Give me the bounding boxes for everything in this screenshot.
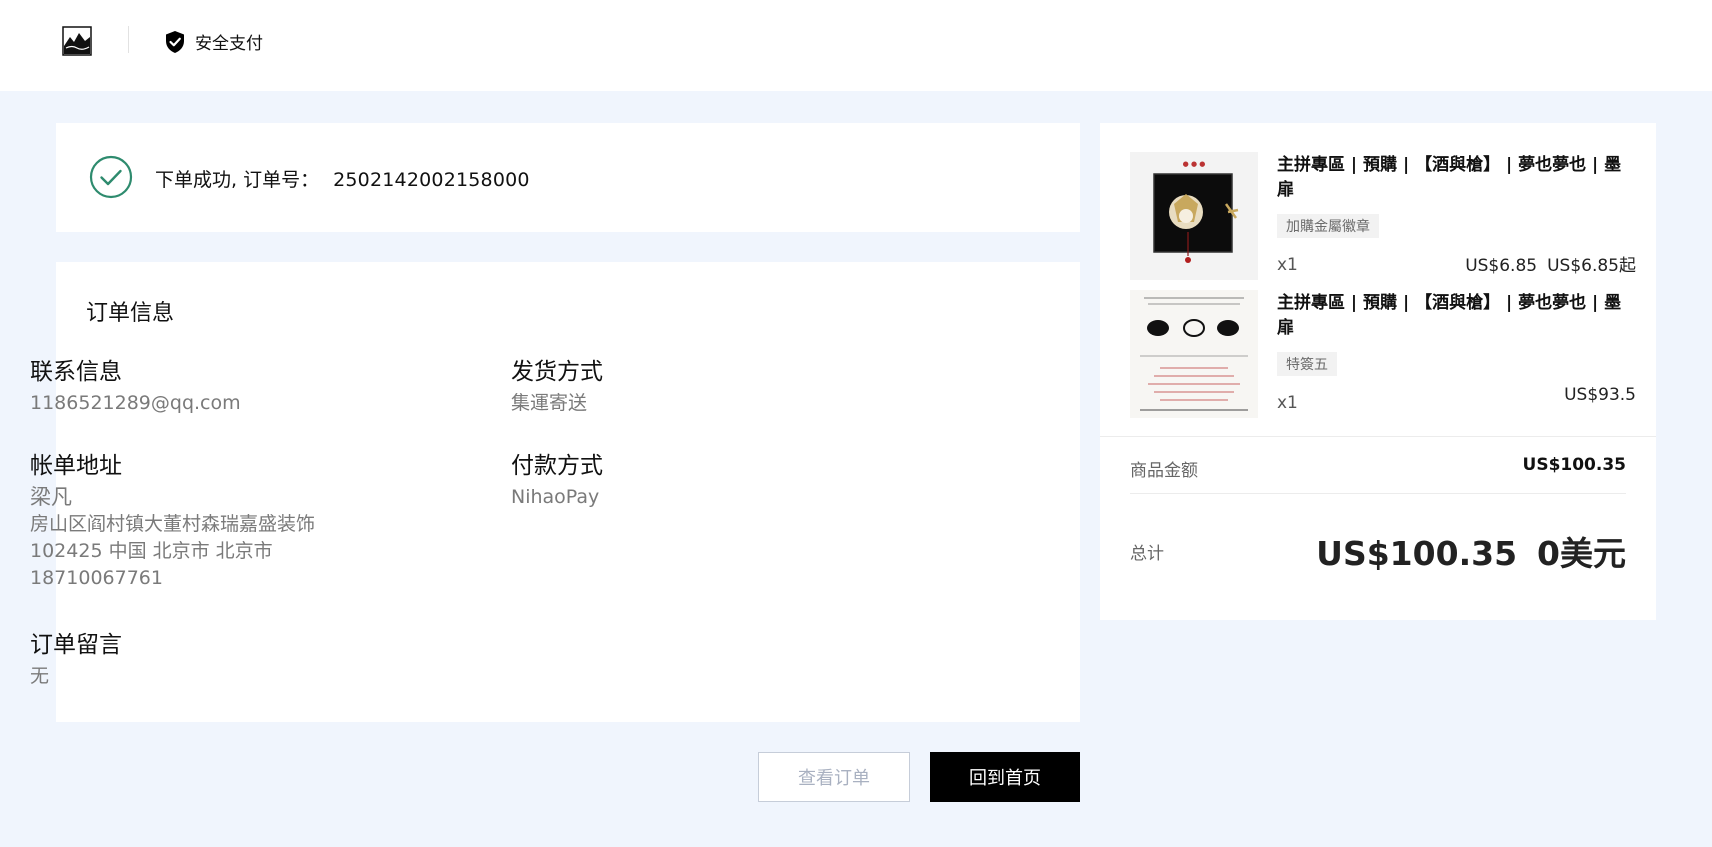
- svg-text:● ● ●: ● ● ●: [1183, 160, 1206, 168]
- back-home-button[interactable]: 回到首页: [930, 752, 1080, 802]
- shipping-value: 集運寄送: [511, 392, 588, 414]
- note-label: 订单留言: [30, 632, 122, 658]
- shipping-method: 发货方式 集運寄送: [511, 357, 603, 417]
- billing-address: 帐单地址 梁凡 房山区阎村镇大董村森瑞嘉盛装饰 102425 中国 北京市 北京…: [30, 451, 315, 592]
- mountain-logo-icon[interactable]: [62, 26, 92, 56]
- item-variant-tag: 特簽五: [1277, 352, 1337, 376]
- order-note: 订单留言 无: [30, 630, 122, 690]
- subtotal-label: 商品金额: [1130, 461, 1198, 481]
- item-title[interactable]: 主拼專區 | 預購 | 【酒與槍】 | 夢也夢也 | 墨扉: [1277, 291, 1637, 341]
- billing-phone: 18710067761: [30, 567, 163, 589]
- billing-line2: 102425 中国 北京市 北京市: [30, 540, 273, 562]
- order-info-title: 订单信息: [86, 301, 175, 326]
- billing-name: 梁凡: [30, 485, 72, 509]
- order-success-card: 下单成功, 订单号： 2502142002158000: [56, 123, 1080, 232]
- shield-check-icon: [166, 30, 184, 53]
- check-circle-icon: [89, 155, 133, 199]
- payment-method: 付款方式 NihaoPay: [511, 451, 603, 511]
- note-value: 无: [30, 665, 50, 687]
- contact-label: 联系信息: [30, 359, 122, 385]
- product-thumbnail[interactable]: ● ● ●: [1130, 152, 1258, 280]
- contact-email: 1186521289@qq.com: [30, 392, 241, 414]
- subtotal-divider: [1130, 493, 1626, 494]
- total-alt-amount: 0美元: [1537, 534, 1626, 573]
- item-price-from: US$6.85起: [1547, 256, 1636, 276]
- shipping-label: 发货方式: [511, 359, 603, 385]
- product-thumbnail[interactable]: [1130, 290, 1258, 418]
- item-title[interactable]: 主拼專區 | 預購 | 【酒與槍】 | 夢也夢也 | 墨扉: [1277, 153, 1637, 203]
- billing-line1: 房山区阎村镇大董村森瑞嘉盛装饰: [30, 513, 316, 535]
- total-amount: US$100.35: [1316, 534, 1518, 573]
- total-label: 总计: [1130, 544, 1164, 564]
- order-summary-card: ● ● ● 主拼專區 | 預購 | 【酒與槍】 | 夢也夢也 | 墨扉 加購金屬…: [1100, 123, 1656, 620]
- payment-value: NihaoPay: [511, 486, 600, 508]
- total-value: US$100.35 0美元: [1316, 527, 1626, 575]
- cart-item: 主拼專區 | 預購 | 【酒與槍】 | 夢也夢也 | 墨扉 特簽五 x1 US$…: [1130, 290, 1636, 418]
- secure-payment-badge: 安全支付: [164, 29, 263, 54]
- item-price-value: US$6.85: [1465, 256, 1538, 276]
- success-message-label: 下单成功, 订单号：: [155, 169, 320, 191]
- payment-label: 付款方式: [511, 453, 603, 479]
- top-bar: 安全支付: [0, 0, 1712, 91]
- header-divider: [128, 26, 129, 53]
- item-price: US$93.5: [1564, 385, 1636, 405]
- item-price: US$6.85 US$6.85起: [1465, 251, 1636, 276]
- item-quantity: x1: [1277, 255, 1298, 275]
- order-number: 2502142002158000: [333, 169, 530, 191]
- item-variant-tag: 加購金屬徽章: [1277, 214, 1379, 238]
- billing-label: 帐单地址: [30, 453, 122, 479]
- subtotal-value: US$100.35: [1522, 455, 1626, 475]
- summary-divider: [1100, 436, 1656, 437]
- item-quantity: x1: [1277, 393, 1298, 413]
- secure-payment-label: 安全支付: [195, 34, 263, 54]
- view-order-button[interactable]: 查看订单: [758, 752, 910, 802]
- contact-info: 联系信息 1186521289@qq.com: [30, 357, 241, 417]
- cart-item: ● ● ● 主拼專區 | 預購 | 【酒與槍】 | 夢也夢也 | 墨扉 加購金屬…: [1130, 152, 1636, 280]
- success-message: 下单成功, 订单号： 2502142002158000: [155, 165, 530, 192]
